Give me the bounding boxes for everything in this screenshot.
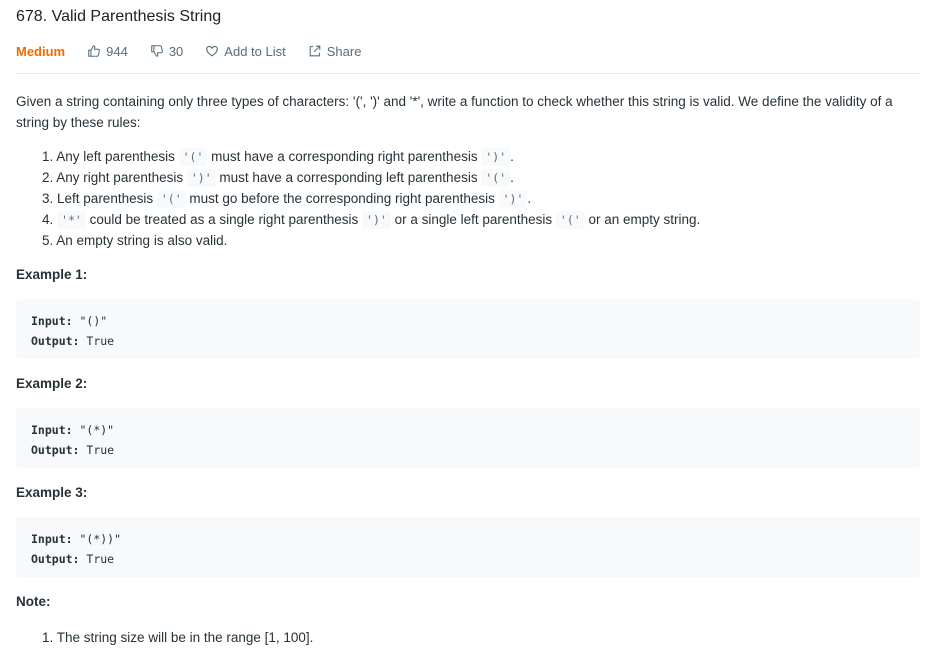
inline-code: '(' — [178, 148, 208, 166]
rule-item: 3. Left parenthesis '(' must go before t… — [42, 190, 532, 208]
dislike-button[interactable]: 30 — [150, 44, 183, 59]
share-label: Share — [326, 43, 362, 59]
note-list: 1. The string size will be in the range … — [42, 627, 313, 648]
example-code-block: Input: "(*)" Output: True — [16, 408, 920, 468]
inline-code: '(' — [555, 211, 585, 229]
rule-item: 5. An empty string is also valid. — [42, 233, 228, 248]
rule-item: 1. Any left parenthesis '(' must have a … — [42, 148, 514, 166]
inline-code: '(' — [156, 190, 186, 208]
rule-item: 2. Any right parenthesis ')' must have a… — [42, 169, 514, 187]
like-button[interactable]: 944 — [87, 44, 128, 59]
like-count: 944 — [106, 43, 128, 59]
heart-icon — [206, 45, 219, 57]
rules-list: 1. Any left parenthesis '(' must have a … — [42, 146, 700, 251]
thumbs-up-icon — [88, 45, 101, 57]
problem-title: 678. Valid Parenthesis String — [16, 8, 222, 25]
add-to-list-label: Add to List — [224, 43, 286, 59]
example-heading: Example 1: — [16, 267, 88, 282]
note-item: 1. The string size will be in the range … — [42, 630, 314, 645]
inline-code: '(' — [481, 169, 511, 187]
inline-code: ')' — [498, 190, 528, 208]
problem-intro: Given a string containing only three typ… — [16, 94, 893, 130]
inline-code: '*' — [57, 211, 86, 229]
inline-code: ')' — [186, 169, 216, 187]
share-button[interactable]: Share — [308, 43, 362, 59]
example-code-block: Input: "()" Output: True — [16, 299, 920, 359]
note-heading: Note: — [16, 594, 51, 609]
share-icon — [309, 45, 321, 57]
inline-code: ')' — [481, 148, 511, 166]
example-heading: Example 2: — [16, 376, 88, 391]
add-to-list-button[interactable]: Add to List — [205, 43, 286, 59]
example-code-block: Input: "(*))" Output: True — [16, 517, 920, 577]
header-divider — [16, 73, 920, 74]
thumbs-down-icon — [151, 45, 163, 57]
example-heading: Example 3: — [16, 485, 88, 500]
problem-meta-bar: Medium 944 30 Add to List Share — [16, 42, 383, 60]
dislike-count: 30 — [168, 43, 184, 59]
inline-code: ')' — [362, 211, 391, 229]
rule-item: 4. '*' could be treated as a single righ… — [42, 211, 701, 229]
difficulty-badge: Medium — [16, 43, 66, 59]
